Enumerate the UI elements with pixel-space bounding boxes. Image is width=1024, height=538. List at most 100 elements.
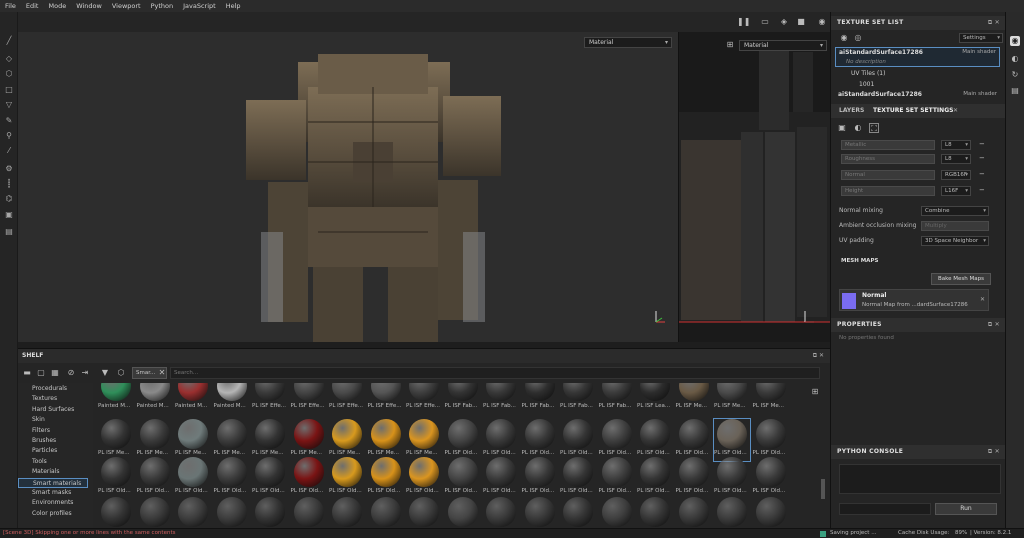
shelf-category[interactable]: Skin bbox=[18, 415, 88, 425]
smart-material-thumbnail[interactable]: PL ISF Old... bbox=[599, 457, 635, 499]
smart-material-thumbnail[interactable] bbox=[175, 497, 211, 529]
channel-metallic-format[interactable]: L8 bbox=[941, 140, 971, 150]
viewport-3d[interactable]: Material bbox=[18, 32, 678, 342]
smart-material-thumbnail[interactable]: PL ISF Old... bbox=[599, 419, 635, 461]
tab-layers[interactable]: LAYERS bbox=[839, 107, 864, 114]
settings-dropdown[interactable]: Settings bbox=[959, 33, 1003, 43]
channel-height-remove-icon[interactable]: − bbox=[979, 186, 985, 194]
smart-material-thumbnail[interactable]: PL ISF Old... bbox=[676, 419, 712, 461]
settings-icon[interactable]: ⚙ bbox=[4, 164, 14, 174]
tag-icon[interactable]: ⬡ bbox=[116, 368, 126, 378]
texture-set-item[interactable]: aiStandardSurface17286 Main shader No de… bbox=[835, 47, 1000, 67]
projection-icon[interactable]: ⬡ bbox=[4, 69, 14, 79]
menu-file[interactable]: File bbox=[0, 2, 21, 10]
shelf-search-input[interactable] bbox=[170, 367, 820, 379]
screenshot-icon[interactable]: ◉ bbox=[817, 17, 827, 27]
smart-material-thumbnail[interactable] bbox=[522, 497, 558, 529]
uv-padding-select[interactable]: 3D Space Neighbor bbox=[921, 236, 989, 246]
run-button[interactable]: Run bbox=[935, 503, 997, 515]
texture-set-item-2[interactable]: aiStandardSurface17286 Main shader bbox=[835, 91, 1000, 101]
smart-material-thumbnail[interactable] bbox=[406, 497, 442, 529]
channel-roughness-remove-icon[interactable]: − bbox=[979, 154, 985, 162]
pause-icon[interactable]: ❚❚ bbox=[737, 17, 750, 27]
physics-icon[interactable]: ⌬ bbox=[4, 194, 14, 204]
smart-material-thumbnail[interactable] bbox=[714, 497, 750, 529]
smart-material-thumbnail[interactable]: PL ISF Old... bbox=[175, 457, 211, 499]
smart-material-thumbnail[interactable]: PL ISF Old... bbox=[676, 457, 712, 499]
texture-icon[interactable]: ▣ bbox=[837, 123, 847, 133]
smart-material-thumbnail[interactable]: PL ISF Old... bbox=[713, 418, 751, 462]
smart-material-thumbnail[interactable]: PL ISF Old... bbox=[98, 457, 134, 499]
smart-material-thumbnail[interactable] bbox=[445, 497, 481, 529]
smart-material-thumbnail[interactable] bbox=[599, 497, 635, 529]
viewport2d-mode-select[interactable]: Material bbox=[739, 40, 827, 51]
smart-material-thumbnail[interactable] bbox=[368, 497, 404, 529]
fill-icon[interactable]: ▽ bbox=[4, 100, 14, 110]
smart-material-thumbnail[interactable]: PL ISF Old... bbox=[560, 419, 596, 461]
smart-material-thumbnail[interactable]: PL ISF Old... bbox=[214, 457, 250, 499]
shelf-category[interactable]: Color profiles bbox=[18, 509, 88, 519]
smart-material-thumbnail[interactable]: PL ISF Me... bbox=[406, 419, 442, 461]
smart-material-thumbnail[interactable] bbox=[291, 497, 327, 529]
channel-normal-remove-icon[interactable]: − bbox=[979, 170, 985, 178]
smart-material-thumbnail[interactable] bbox=[98, 497, 134, 529]
shelf-category[interactable]: Smart materials bbox=[18, 477, 88, 488]
smart-material-thumbnail[interactable]: PL ISF Me... bbox=[252, 419, 288, 461]
smart-material-thumbnail[interactable]: PL ISF Old... bbox=[753, 457, 789, 499]
smart-material-thumbnail[interactable]: PL ISF Old... bbox=[445, 457, 481, 499]
smart-material-thumbnail[interactable]: PL ISF Old... bbox=[291, 457, 327, 499]
mesh-map-remove-icon[interactable]: ✕ bbox=[980, 296, 985, 303]
smart-material-thumbnail[interactable] bbox=[214, 497, 250, 529]
channel-normal-format[interactable]: RGB16F bbox=[941, 170, 971, 180]
python-console-input[interactable] bbox=[839, 503, 931, 515]
smart-material-thumbnail[interactable] bbox=[637, 497, 673, 529]
eraser-icon[interactable]: ◇ bbox=[4, 54, 14, 64]
shelf-scrollbar[interactable] bbox=[821, 479, 825, 499]
mesh-map-item[interactable]: Normal Normal Map from ...dardSurface172… bbox=[839, 289, 989, 311]
smart-material-thumbnail[interactable] bbox=[329, 497, 365, 529]
geometry-mask-icon[interactable]: □ bbox=[4, 85, 14, 95]
shelf-category[interactable]: Brushes bbox=[18, 436, 88, 446]
smart-material-thumbnail[interactable]: PL ISF Old... bbox=[637, 457, 673, 499]
display-icon[interactable]: ▭ bbox=[760, 17, 770, 27]
grid-icon[interactable]: ⊞ bbox=[725, 40, 735, 50]
smart-material-thumbnail[interactable] bbox=[252, 497, 288, 529]
smart-material-thumbnail[interactable]: PL ISF Old... bbox=[522, 419, 558, 461]
normal-mixing-select[interactable]: Combine bbox=[921, 206, 989, 216]
paint-brush-icon[interactable]: ╱ bbox=[4, 36, 14, 46]
uv-tile-item[interactable]: 1001 bbox=[859, 81, 874, 88]
smart-material-thumbnail[interactable]: PL ISF Me... bbox=[137, 419, 173, 461]
display-settings-icon[interactable]: ◐ bbox=[1010, 54, 1020, 64]
channel-metallic-remove-icon[interactable]: − bbox=[979, 140, 985, 148]
menu-mode[interactable]: Mode bbox=[43, 2, 71, 10]
shelf-category[interactable]: Materials bbox=[18, 467, 88, 477]
clone-icon[interactable]: ⚲ bbox=[4, 131, 14, 141]
viewport-2d[interactable]: ⊞ Material bbox=[678, 32, 830, 342]
channel-height-format[interactable]: L16F bbox=[941, 186, 971, 196]
history-icon[interactable]: ↻ bbox=[1010, 70, 1020, 80]
smart-material-thumbnail[interactable]: PL ISF Old... bbox=[445, 419, 481, 461]
import-icon[interactable]: ⇥ bbox=[80, 368, 90, 378]
ruler-icon[interactable]: ┋ bbox=[4, 179, 14, 189]
menu-javascript[interactable]: JavaScript bbox=[178, 2, 221, 10]
texture-set-icon[interactable]: ◉ bbox=[1010, 36, 1020, 46]
menu-window[interactable]: Window bbox=[71, 2, 107, 10]
smart-material-thumbnail[interactable]: PL ISF Old... bbox=[483, 457, 519, 499]
smart-material-thumbnail[interactable]: PL ISF Old... bbox=[637, 419, 673, 461]
clear-filter-icon[interactable]: ✕ bbox=[157, 368, 167, 378]
smart-material-thumbnail[interactable]: PL ISF Old... bbox=[329, 457, 365, 499]
smart-material-thumbnail[interactable] bbox=[560, 497, 596, 529]
log-icon[interactable]: ▤ bbox=[1010, 86, 1020, 96]
shelf-category[interactable]: Hard Surfaces bbox=[18, 405, 88, 415]
menu-help[interactable]: Help bbox=[221, 2, 246, 10]
view-mode-icon[interactable]: ⊞ bbox=[810, 387, 820, 397]
smart-material-thumbnail[interactable]: PL ISF Me... bbox=[214, 419, 250, 461]
menu-python[interactable]: Python bbox=[146, 2, 179, 10]
smart-material-thumbnail[interactable] bbox=[137, 497, 173, 529]
shelf-close-icon[interactable]: ⧉ ✕ bbox=[813, 349, 824, 363]
mesh-icon[interactable]: ⛶ bbox=[869, 123, 879, 133]
new-resource-icon[interactable]: ▢ bbox=[36, 368, 46, 378]
ao-mixing-field[interactable]: Multiply bbox=[921, 221, 989, 231]
smart-material-thumbnail[interactable]: PL ISF Me... bbox=[329, 419, 365, 461]
smart-material-thumbnail[interactable]: PL ISF Me... bbox=[98, 419, 134, 461]
